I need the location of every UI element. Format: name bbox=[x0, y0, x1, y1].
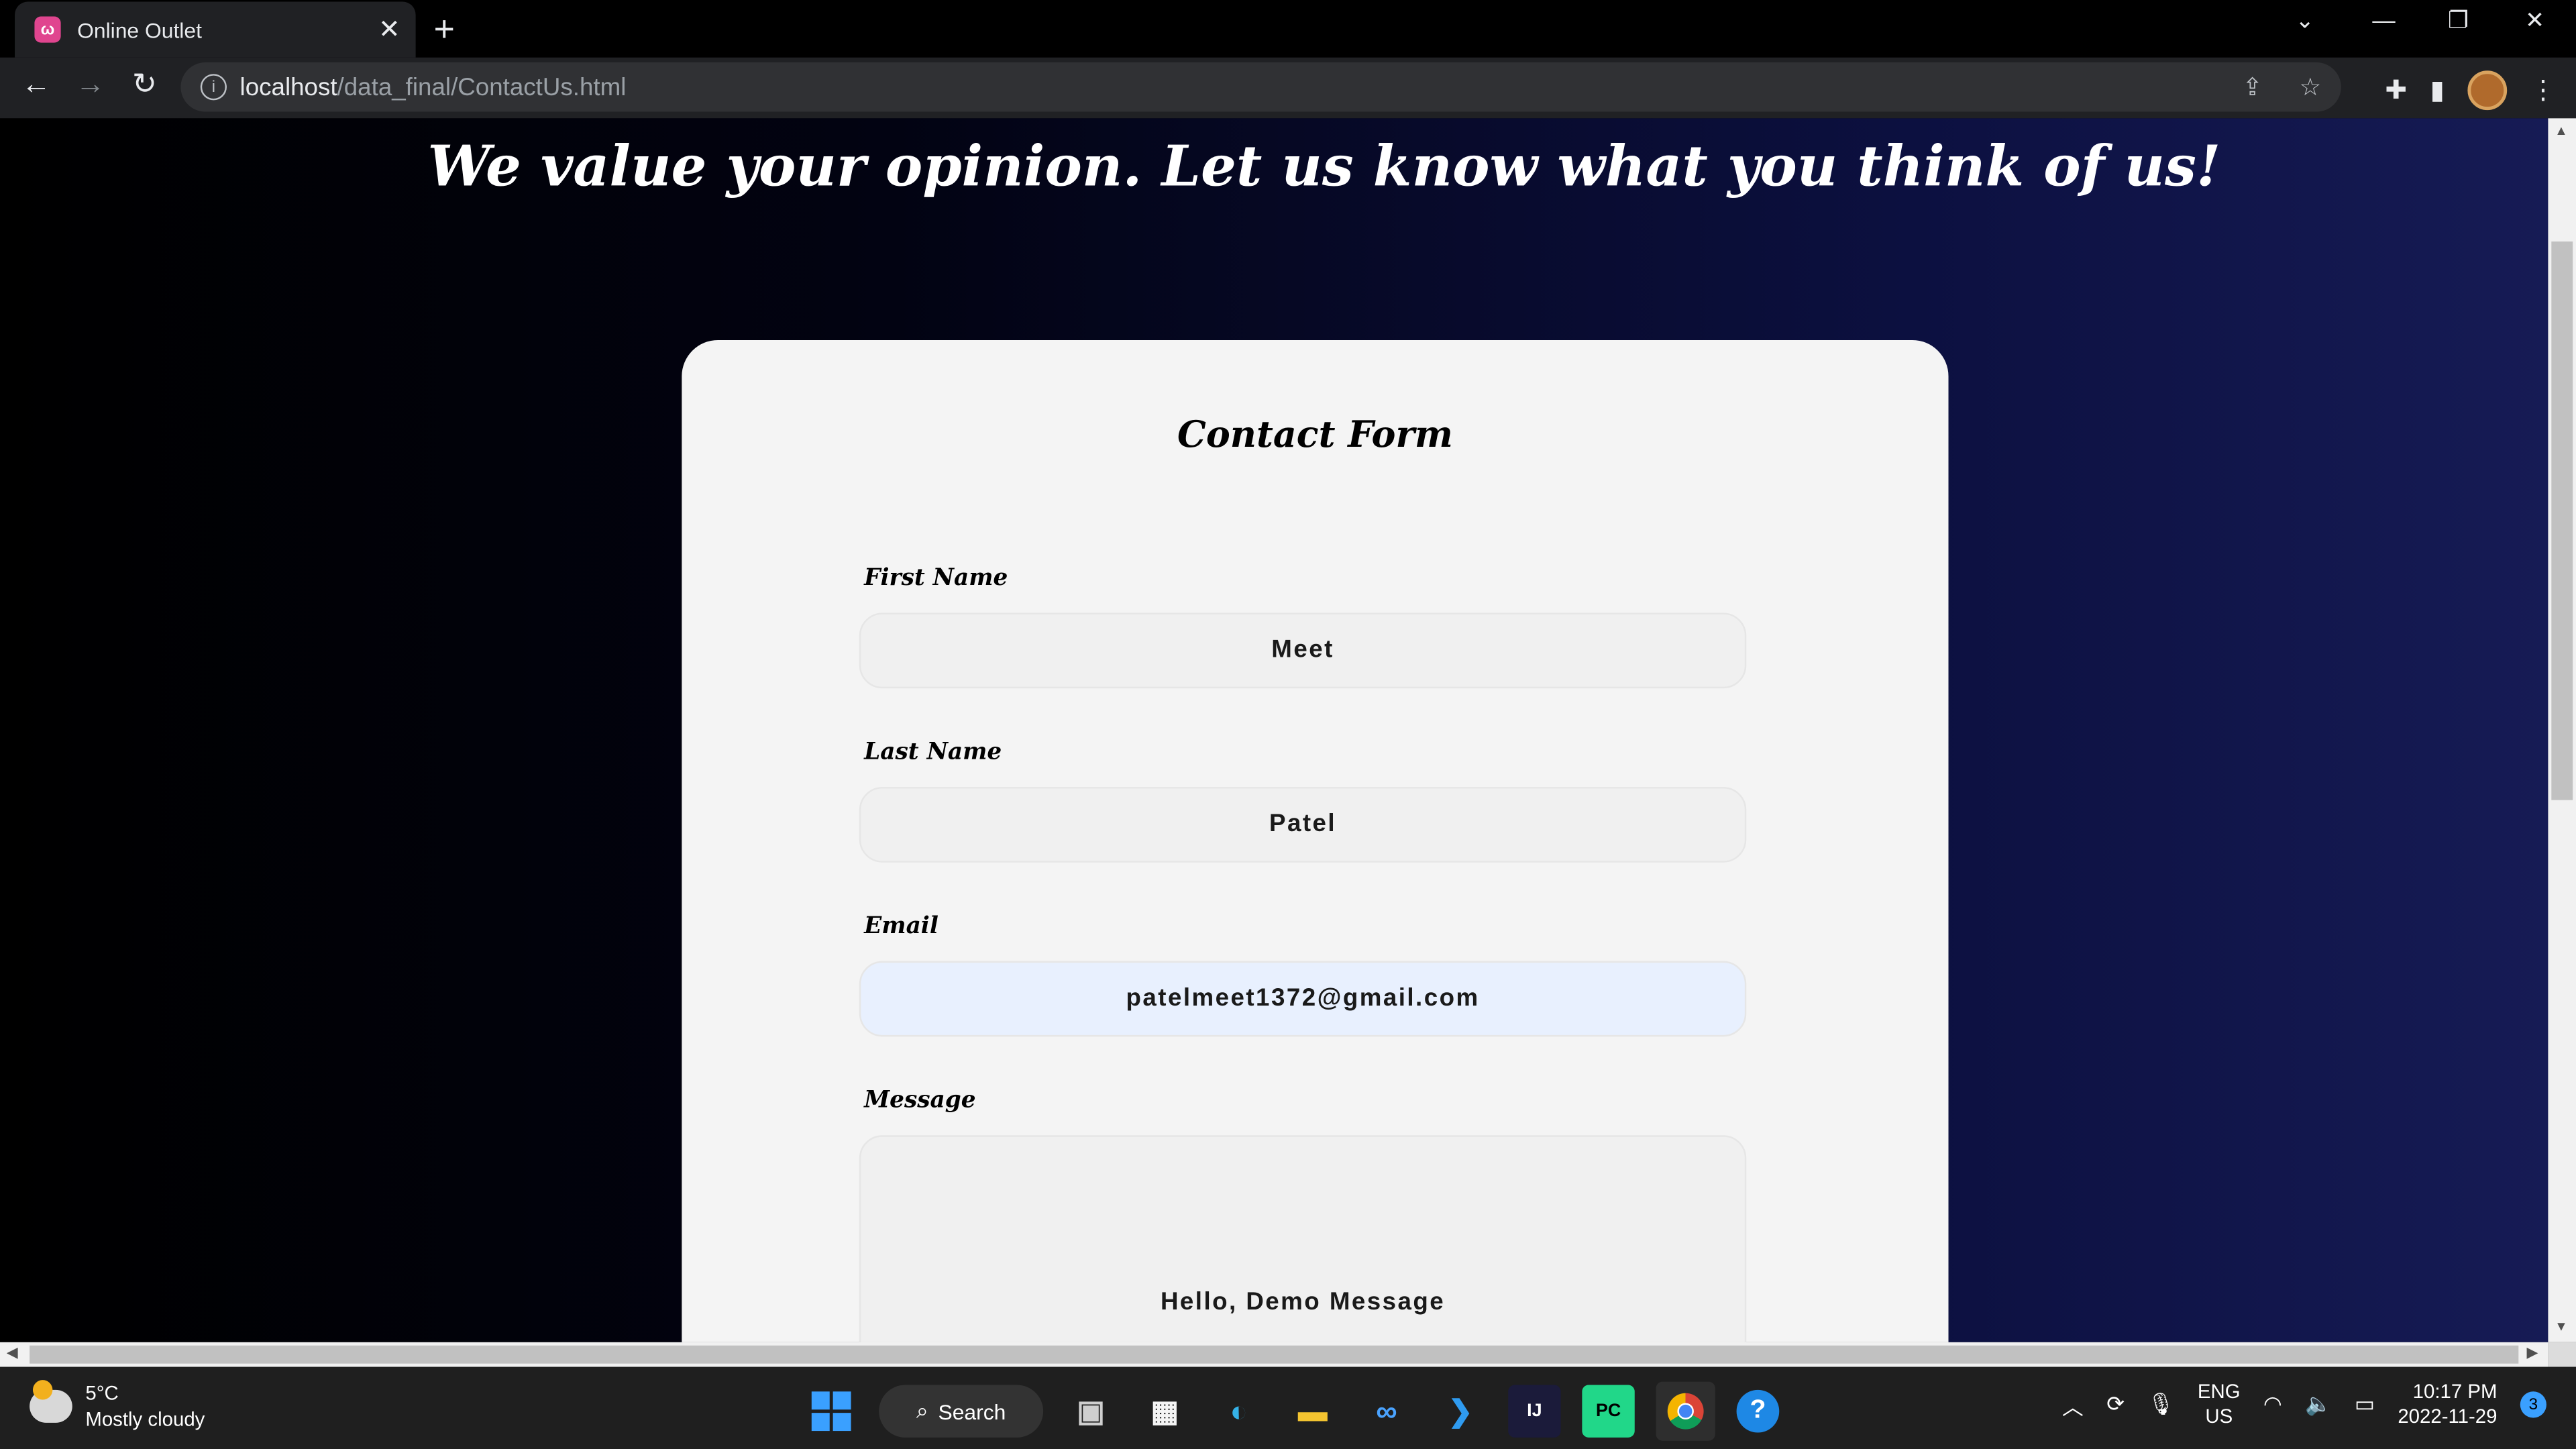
forward-arrow-icon[interactable]: → bbox=[70, 67, 110, 101]
partly-cloudy-icon bbox=[30, 1380, 72, 1423]
chrome-taskbar-button[interactable] bbox=[1656, 1381, 1715, 1441]
url-path: /data_final/ContactUs.html bbox=[337, 72, 627, 101]
task-view-icon[interactable]: ▣ bbox=[1065, 1385, 1117, 1438]
notification-badge[interactable]: 3 bbox=[2520, 1391, 2546, 1418]
address-bar[interactable]: i localhost/data_final/ContactUs.html ⇪ … bbox=[180, 62, 2341, 112]
new-tab-button[interactable]: + bbox=[434, 8, 455, 51]
site-info-icon[interactable]: i bbox=[200, 74, 227, 101]
bookmark-star-icon[interactable]: ☆ bbox=[2299, 74, 2321, 102]
first-name-field[interactable]: Meet bbox=[859, 612, 1747, 689]
side-panel-icon[interactable]: ▮ bbox=[2430, 74, 2445, 107]
page-headline: We value your opinion. Let us know what … bbox=[427, 134, 2221, 201]
scroll-right-arrow-icon[interactable]: ▶ bbox=[2527, 1344, 2538, 1362]
restore-icon[interactable]: ❐ bbox=[2448, 7, 2469, 35]
close-tab-icon[interactable]: ✕ bbox=[373, 13, 406, 46]
windows-logo-icon bbox=[811, 1391, 851, 1432]
vscode-icon[interactable]: ❯ bbox=[1434, 1385, 1487, 1438]
clock-date: 2022-11-29 bbox=[2398, 1404, 2498, 1428]
weather-widget[interactable]: 5°C Mostly cloudy bbox=[30, 1380, 205, 1432]
browser-tab[interactable]: ω Online Outlet ✕ bbox=[15, 1, 416, 58]
intellij-icon[interactable]: IJ bbox=[1508, 1385, 1561, 1438]
share-icon[interactable]: ⇪ bbox=[2242, 74, 2263, 102]
horizontal-scrollbar[interactable]: ◀ ▶ bbox=[0, 1342, 2548, 1367]
form-title: Contact Form bbox=[1177, 414, 1453, 457]
minimize-icon[interactable]: — bbox=[2372, 7, 2395, 33]
first-name-label: First Name bbox=[864, 565, 1008, 592]
screen: ω Online Outlet ✕ + ⌄ — ❐ ✕ ← → ↻ i loca… bbox=[0, 0, 2576, 1449]
scroll-up-arrow-icon[interactable]: ▲ bbox=[2555, 123, 2567, 138]
language-indicator[interactable]: ENG US bbox=[2198, 1380, 2241, 1429]
weather-temp: 5°C bbox=[85, 1381, 119, 1405]
reload-icon[interactable]: ↻ bbox=[125, 67, 164, 101]
windows-taskbar: 5°C Mostly cloudy ⌕ Search ▣ ▦ ◐ ▬ ∞ ❯ I… bbox=[0, 1366, 2576, 1449]
file-explorer-icon[interactable]: ▬ bbox=[1287, 1385, 1339, 1438]
scroll-down-arrow-icon[interactable]: ▼ bbox=[2555, 1320, 2567, 1334]
site-favicon-icon: ω bbox=[34, 16, 61, 43]
email-label: Email bbox=[864, 913, 938, 940]
battery-icon[interactable]: ▭ bbox=[2355, 1391, 2375, 1417]
show-hidden-icons-chevron-icon[interactable]: ︿ bbox=[2062, 1389, 2084, 1421]
page-viewport: We value your opinion. Let us know what … bbox=[0, 118, 2548, 1342]
horizontal-scroll-thumb[interactable] bbox=[30, 1345, 2519, 1364]
vertical-scrollbar[interactable]: ▲ ▼ bbox=[2548, 118, 2576, 1342]
get-help-icon[interactable]: ? bbox=[1736, 1389, 1780, 1433]
language-secondary: US bbox=[2205, 1404, 2233, 1428]
chrome-icon bbox=[1667, 1393, 1704, 1430]
last-name-label: Last Name bbox=[864, 739, 1002, 766]
clock-time: 10:17 PM bbox=[2412, 1380, 2498, 1403]
close-window-icon[interactable]: ✕ bbox=[2525, 7, 2544, 35]
infinity-app-icon[interactable]: ∞ bbox=[1360, 1385, 1413, 1438]
scroll-left-arrow-icon[interactable]: ◀ bbox=[7, 1344, 18, 1362]
microsoft-store-icon[interactable]: ▦ bbox=[1138, 1385, 1191, 1438]
taskbar-search-label: Search bbox=[938, 1399, 1006, 1424]
profile-avatar[interactable] bbox=[2467, 70, 2508, 111]
edge-browser-icon[interactable]: ◐ bbox=[1212, 1385, 1265, 1438]
tab-title: Online Outlet bbox=[77, 17, 202, 42]
contact-form-card: Contact Form First Name Meet Last Name P… bbox=[682, 339, 1949, 1342]
language-primary: ENG bbox=[2197, 1380, 2241, 1403]
tab-search-chevron-icon[interactable]: ⌄ bbox=[2295, 7, 2314, 35]
email-field[interactable]: patelmeet1372@gmail.com bbox=[859, 961, 1747, 1037]
start-button[interactable] bbox=[805, 1385, 857, 1438]
pycharm-icon[interactable]: PC bbox=[1582, 1385, 1635, 1438]
message-textarea[interactable]: Hello, Demo Message bbox=[859, 1135, 1747, 1342]
system-tray: ︿ ⟳ 🎙 ENG US ◠ 🔈 ▭ 10:17 PM 2022-11-29 3 bbox=[2062, 1380, 2546, 1429]
vertical-scroll-thumb[interactable] bbox=[2551, 241, 2573, 800]
microphone-icon[interactable]: 🎙 bbox=[2147, 1391, 2174, 1417]
clock[interactable]: 10:17 PM 2022-11-29 bbox=[2398, 1380, 2497, 1429]
extensions-puzzle-icon[interactable]: ✚ bbox=[2385, 74, 2407, 107]
volume-icon[interactable]: 🔈 bbox=[2305, 1391, 2332, 1417]
weather-description: Mostly cloudy bbox=[85, 1407, 205, 1432]
taskbar-search-button[interactable]: ⌕ Search bbox=[879, 1385, 1044, 1438]
last-name-field[interactable]: Patel bbox=[859, 787, 1747, 863]
sync-icon[interactable]: ⟳ bbox=[2106, 1391, 2125, 1417]
menu-kebab-icon[interactable]: ⋮ bbox=[2530, 74, 2556, 107]
url-host: localhost bbox=[239, 72, 337, 101]
message-label: Message bbox=[864, 1087, 976, 1114]
scrollbar-corner bbox=[2548, 1342, 2576, 1367]
browser-toolbar: ← → ↻ i localhost/data_final/ContactUs.h… bbox=[0, 57, 2576, 119]
search-icon: ⌕ bbox=[916, 1398, 928, 1423]
message-text: Hello, Demo Message bbox=[1160, 1288, 1446, 1316]
back-arrow-icon[interactable]: ← bbox=[16, 67, 56, 101]
wifi-icon[interactable]: ◠ bbox=[2263, 1391, 2282, 1417]
browser-tabstrip: ω Online Outlet ✕ + ⌄ — ❐ ✕ bbox=[0, 0, 2576, 58]
